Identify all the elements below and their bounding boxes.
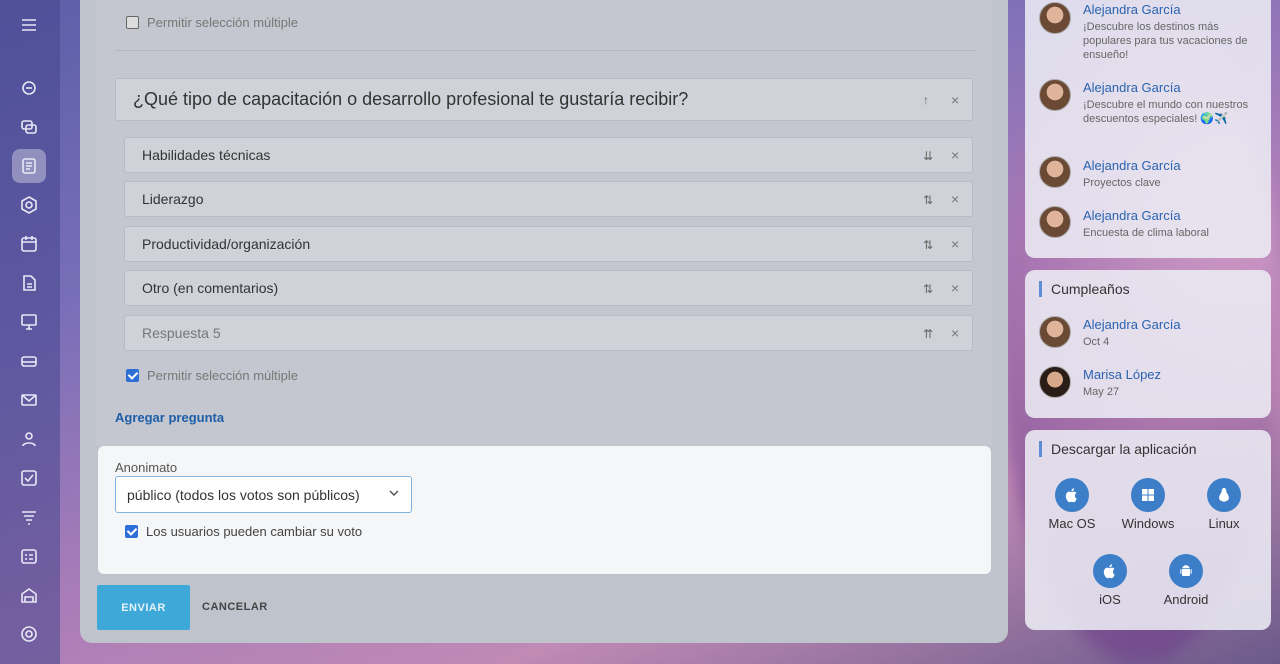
avatar[interactable]: [1039, 79, 1071, 111]
post-text[interactable]: Encuesta de clima laboral: [1083, 226, 1263, 240]
presentation-icon[interactable]: [12, 305, 46, 339]
document-icon[interactable]: [12, 266, 46, 300]
divider: [115, 50, 975, 51]
birthdays-title: Cumpleaños: [1039, 281, 1130, 297]
avatar[interactable]: [1039, 156, 1071, 188]
person-name[interactable]: Alejandra García: [1083, 2, 1181, 17]
question-input[interactable]: ¿Qué tipo de capacitación o desarrollo p…: [115, 78, 973, 121]
delete-answer-icon[interactable]: ×: [951, 191, 959, 207]
delete-answer-icon[interactable]: ×: [951, 236, 959, 252]
menu-icon[interactable]: [12, 8, 46, 42]
anonymity-value: público (todos los votos son públicos): [127, 486, 360, 503]
windows-icon[interactable]: [1131, 478, 1165, 512]
app-label[interactable]: Mac OS: [1032, 516, 1112, 531]
question-text: ¿Qué tipo de capacitación o desarrollo p…: [133, 89, 689, 109]
top-multi-select-checkbox[interactable]: [126, 16, 139, 29]
post-text[interactable]: ¡Descubre los destinos más populares par…: [1083, 20, 1263, 62]
reorder-icon[interactable]: ⇅: [923, 238, 933, 252]
chevron-down-icon: [389, 490, 399, 497]
answer-text: Productividad/organización: [142, 236, 311, 252]
answer-input[interactable]: Liderazgo: [124, 181, 973, 217]
answer-placeholder: Respuesta 5: [142, 325, 221, 341]
change-vote-label: Los usuarios pueden cambiar su voto: [146, 524, 363, 539]
post-text[interactable]: ¡Descubre el mundo con nuestros descuent…: [1083, 98, 1263, 126]
apple-icon[interactable]: [1093, 554, 1127, 588]
answer-text: Habilidades técnicas: [142, 147, 271, 163]
app-label[interactable]: iOS: [1070, 592, 1150, 607]
app-label[interactable]: Windows: [1108, 516, 1188, 531]
mail-icon[interactable]: [12, 383, 46, 417]
avatar[interactable]: [1039, 366, 1071, 398]
android-icon[interactable]: [1169, 554, 1203, 588]
reorder-icon[interactable]: ⇅: [923, 193, 933, 207]
avatar[interactable]: [1039, 206, 1071, 238]
tasks-icon[interactable]: [12, 461, 46, 495]
anonymity-section: Anonimato público (todos los votos son p…: [98, 446, 991, 574]
person-name[interactable]: Alejandra García: [1083, 317, 1181, 332]
users-icon[interactable]: [12, 422, 46, 456]
feed-widget: Alejandra García ¡Descubre los destinos …: [1025, 0, 1271, 258]
birthday-date: Oct 4: [1083, 336, 1110, 348]
reorder-icon[interactable]: ⇅: [923, 282, 933, 296]
drive-icon[interactable]: [12, 344, 46, 378]
person-name[interactable]: Alejandra García: [1083, 208, 1181, 223]
birthdays-widget: Cumpleaños Alejandra García Oct 4 Marisa…: [1025, 270, 1271, 418]
answer-input[interactable]: Habilidades técnicas: [124, 137, 973, 173]
feed-icon[interactable]: [12, 71, 46, 105]
delete-question-icon[interactable]: ×: [951, 92, 959, 108]
birthday-date: May 27: [1083, 386, 1120, 398]
delete-answer-icon[interactable]: ×: [951, 147, 959, 163]
settings-icon[interactable]: [12, 617, 46, 651]
cancel-button[interactable]: CANCELAR: [202, 601, 268, 613]
app-label[interactable]: Android: [1146, 592, 1226, 607]
multi-select-label: Permitir selección múltiple: [147, 368, 298, 383]
app-label[interactable]: Linux: [1184, 516, 1264, 531]
delete-answer-icon[interactable]: ×: [951, 280, 959, 296]
person-name[interactable]: Alejandra García: [1083, 80, 1181, 95]
move-up-icon[interactable]: ↑: [923, 93, 929, 107]
delete-answer-icon[interactable]: ×: [951, 325, 959, 341]
news-icon[interactable]: [12, 149, 46, 183]
move-up-icon[interactable]: ⇈: [923, 327, 933, 341]
anonymity-label: Anonimato: [115, 460, 178, 475]
answer-text: Otro (en comentarios): [142, 280, 279, 296]
change-vote-row[interactable]: Los usuarios pueden cambiar su voto: [125, 524, 362, 539]
move-down-icon[interactable]: ⇊: [923, 149, 933, 163]
answer-input[interactable]: Otro (en comentarios): [124, 270, 973, 306]
avatar[interactable]: [1039, 2, 1071, 34]
change-vote-checkbox[interactable]: [125, 525, 138, 538]
multi-select-row[interactable]: Permitir selección múltiple: [126, 368, 298, 383]
linux-icon[interactable]: [1207, 478, 1241, 512]
anonymity-select[interactable]: público (todos los votos son públicos): [115, 476, 412, 513]
filter-icon[interactable]: [12, 500, 46, 534]
top-multi-select-row[interactable]: Permitir selección múltiple: [126, 15, 298, 30]
avatar[interactable]: [1039, 316, 1071, 348]
post-text[interactable]: Proyectos clave: [1083, 176, 1263, 190]
chat-icon[interactable]: [12, 110, 46, 144]
person-name[interactable]: Marisa López: [1083, 367, 1161, 382]
top-multi-select-label: Permitir selección múltiple: [147, 15, 298, 30]
calendar-icon[interactable]: [12, 227, 46, 261]
answer-input[interactable]: Productividad/organización: [124, 226, 973, 262]
apps-widget: Descargar la aplicación Mac OS Windows L…: [1025, 430, 1271, 630]
answer-text: Liderazgo: [142, 191, 204, 207]
multi-select-checkbox[interactable]: [126, 369, 139, 382]
person-name[interactable]: Alejandra García: [1083, 158, 1181, 173]
apple-icon[interactable]: [1055, 478, 1089, 512]
store-icon[interactable]: [12, 578, 46, 612]
hexagon-icon[interactable]: [12, 188, 46, 222]
answer-input[interactable]: Respuesta 5: [124, 315, 973, 351]
add-question-link[interactable]: Agregar pregunta: [115, 410, 224, 425]
left-sidebar: [0, 0, 60, 664]
send-button[interactable]: ENVIAR: [97, 585, 190, 630]
apps-title: Descargar la aplicación: [1039, 441, 1197, 457]
schedule-icon[interactable]: [12, 539, 46, 573]
